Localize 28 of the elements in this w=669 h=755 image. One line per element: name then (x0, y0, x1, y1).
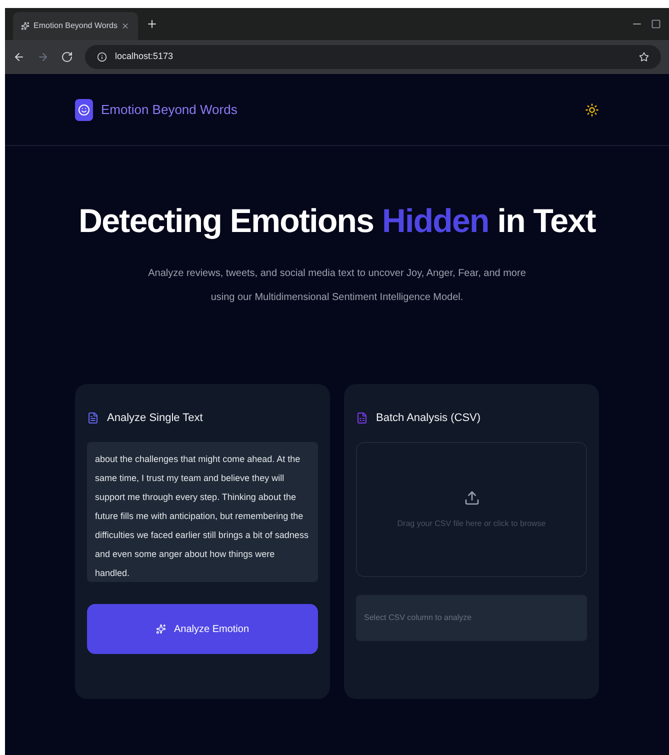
document-icon (87, 412, 99, 424)
info-icon (97, 52, 107, 62)
card-title: Analyze Single Text (107, 410, 203, 426)
url-text: localhost:5173 (115, 50, 174, 64)
hero-title: Detecting Emotions Hidden in Text (78, 201, 596, 241)
browser-tab[interactable]: Emotion Beyond Words (13, 12, 138, 40)
brand-name: Emotion Beyond Words (101, 100, 238, 119)
upload-icon (464, 490, 480, 506)
logo-icon (75, 98, 93, 120)
column-placeholder: Select CSV column to analyze (364, 612, 472, 624)
star-icon[interactable] (639, 52, 649, 62)
analyze-emotion-button[interactable]: Analyze Emotion (87, 604, 318, 654)
sparkle-icon (156, 624, 166, 634)
hero-subtitle: Analyze reviews, tweets, and social media text to uncover Joy, Anger, Fear, and more using our Multidimensional Sentiment Intelligence Model. (147, 266, 527, 304)
maximize-icon[interactable] (651, 19, 661, 29)
reload-icon[interactable] (61, 51, 73, 63)
card-title: Batch Analysis (CSV) (376, 410, 481, 426)
new-tab-icon[interactable] (146, 18, 158, 30)
forward-icon[interactable] (37, 51, 49, 63)
spreadsheet-icon (356, 412, 368, 424)
back-icon[interactable] (13, 51, 25, 63)
address-bar[interactable]: localhost:5173 (85, 45, 661, 69)
close-icon[interactable] (121, 21, 130, 31)
tab-title: Emotion Beyond Words (34, 20, 118, 32)
theme-toggle-icon[interactable] (585, 102, 599, 116)
text-input[interactable]: about the challenges that might come ahead. At the same time, I trust my team and believe they will support me through every step. Thinking about the future fills me with anticipation, but remembering the difficulties we faced earlier still brings a bit of sadness and even some anger about how things were handled. (87, 442, 318, 582)
tab-favicon-icon (21, 21, 30, 31)
drop-hint: Drag your CSV file here or click to browse (397, 518, 546, 530)
